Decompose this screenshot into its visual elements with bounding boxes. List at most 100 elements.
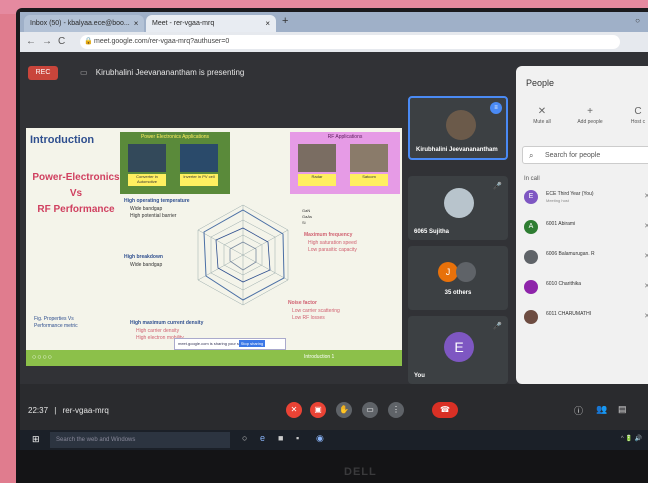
panel-title: People	[526, 78, 555, 88]
windows-start-icon[interactable]: ⊞	[32, 434, 40, 445]
participant-photo	[444, 188, 474, 218]
search-placeholder: Search for people	[545, 152, 601, 159]
slide-footer: ○○○○ Introduction 1	[26, 350, 402, 366]
tab-meet[interactable]: Meet - rer-vgaa-mrq ×	[146, 15, 276, 32]
legend-si: Si	[302, 220, 306, 225]
file-explorer-icon[interactable]: ■	[278, 433, 283, 443]
slide-label: High breakdown	[124, 254, 163, 260]
back-icon[interactable]: ←	[26, 36, 36, 47]
more-options-button[interactable]: ⋮	[388, 402, 404, 418]
slide-bullet: Low parasitic capacity	[308, 247, 357, 253]
add-people-button[interactable]: + Add people	[568, 106, 612, 125]
edge-icon[interactable]: e	[260, 433, 265, 443]
participant-row[interactable]: 6006 Balamurugan. R ✕	[524, 248, 648, 268]
radar-image	[298, 144, 336, 172]
system-tray[interactable]: ^ 🔋 🔊	[621, 435, 642, 442]
task-view-icon[interactable]: ○	[242, 433, 247, 443]
meeting-code: rer-vgaa-mrq	[62, 406, 109, 415]
tab-label: Meet - rer-vgaa-mrq	[152, 20, 215, 27]
slide-label: High operating temperature	[124, 198, 190, 204]
avatar: J	[438, 262, 458, 282]
meeting-time: 22:37	[28, 406, 49, 415]
figure-caption: Fig. Properties Vs Performance metric	[34, 316, 78, 330]
participant-name: 6001 Abirami	[546, 221, 576, 227]
participant-name: 6006 Balamurugan. R	[546, 251, 595, 257]
slide-title: Introduction	[30, 134, 95, 146]
pe-apps-title: Power Electronics Applications	[140, 134, 210, 140]
search-people-input[interactable]: ⌕ Search for people	[522, 146, 648, 164]
close-icon[interactable]: ×	[130, 19, 139, 28]
forward-icon[interactable]: →	[42, 36, 52, 47]
legend-gan: GaN	[302, 208, 311, 213]
mic-off-icon: 🎤	[493, 183, 502, 190]
rf-applications-box: RF Applications Radar Satcom	[290, 132, 400, 194]
legend-gaas: GaAs	[302, 214, 313, 219]
participant-name: Kirubhalini Jeevananantham	[416, 147, 498, 153]
end-call-button[interactable]: ☎	[432, 402, 458, 418]
tab-inbox[interactable]: Inbox (50) - kbalyaa.ece@boo... ×	[24, 15, 144, 32]
speaking-icon: ≡	[490, 102, 502, 114]
lock-icon: 🔒	[84, 38, 93, 45]
presenting-banner: ▭ Kirubhalini Jeevananantham is presenti…	[80, 68, 244, 77]
mic-off-icon: ✕	[537, 106, 547, 117]
slide-bullet: High potential barrier	[130, 213, 177, 219]
mute-all-button[interactable]: ✕ Mute all	[520, 106, 564, 125]
avatar	[524, 310, 538, 324]
slide-heading: Power-Electronics Vs RF Performance	[26, 170, 126, 218]
participant-row[interactable]: 6010 Charithika ✕	[524, 278, 648, 298]
url-text: meet.google.com/rer-vgaa-mrq?authuser=0	[94, 38, 230, 45]
participant-name: 6011 CHARUMATHI	[546, 311, 592, 317]
new-tab-button[interactable]: +	[282, 15, 288, 27]
info-icon[interactable]: ⓘ	[574, 404, 583, 417]
slide-bullet: High saturation speed	[308, 240, 357, 246]
others-count: 35 others	[444, 290, 472, 296]
taskbar-search-input[interactable]: Search the web and Windows	[50, 432, 230, 448]
chat-icon[interactable]: ▤	[618, 404, 627, 415]
satcom-image	[350, 144, 388, 172]
participant-photo	[446, 110, 476, 140]
present-icon: ▭	[80, 68, 88, 77]
window-controls[interactable]: ○	[635, 16, 640, 25]
participant-tile[interactable]: ≡ Kirubhalini Jeevananantham	[408, 96, 508, 160]
present-button[interactable]: ▭	[362, 402, 378, 418]
participant-name: ECE Third Year (You)	[546, 191, 594, 197]
close-icon[interactable]: ×	[261, 19, 270, 28]
avatar	[456, 262, 476, 282]
chrome-icon[interactable]: ◉	[316, 433, 324, 444]
stop-sharing-button[interactable]: Stop sharing	[239, 340, 265, 347]
host-controls-button[interactable]: C Host c	[616, 106, 648, 125]
people-icon[interactable]: 👥	[596, 404, 607, 415]
windows-taskbar: ⊞ Search the web and Windows ○ e ■ ▪ ◉ ^…	[20, 430, 648, 450]
camera-toggle-button[interactable]: ▣	[310, 402, 326, 418]
participant-row[interactable]: E ECE Third Year (You) Meeting host ✕	[524, 188, 648, 208]
participant-role: Meeting host	[546, 198, 569, 203]
participant-name: 6010 Charithika	[546, 281, 582, 287]
slide-label: Maximum frequency	[304, 232, 353, 238]
raise-hand-button[interactable]: ✋	[336, 402, 352, 418]
sharing-popup: meet.google.com is sharing your screen S…	[174, 338, 286, 350]
action-label: Host c	[630, 119, 646, 125]
participant-tile[interactable]: 🎤 6065 Sujitha	[408, 176, 508, 240]
presenting-text: Kirubhalini Jeevananantham is presenting	[95, 68, 245, 77]
self-tile[interactable]: E 🎤 You	[408, 316, 508, 384]
participant-row[interactable]: 6011 CHARUMATHI ✕	[524, 308, 648, 328]
host-icon: C	[634, 106, 642, 117]
participant-name: 6065 Sujitha	[414, 229, 450, 235]
slide-dots-icon: ○○○○	[32, 354, 53, 361]
url-field[interactable]: 🔒 meet.google.com/rer-vgaa-mrq?authuser=…	[80, 35, 620, 49]
rf-caption: Radar	[298, 174, 336, 186]
slide-heading-line: Vs	[69, 188, 83, 199]
mic-toggle-button[interactable]: ✕	[286, 402, 302, 418]
pe-applications-box: Power Electronics Applications Converter…	[120, 132, 230, 194]
reload-icon[interactable]: C	[58, 36, 65, 47]
mic-off-icon: ✕	[644, 223, 648, 230]
tab-label: Inbox (50) - kbalyaa.ece@boo...	[30, 20, 130, 27]
others-tile[interactable]: J 35 others	[408, 246, 508, 310]
store-icon[interactable]: ▪	[296, 433, 299, 443]
people-panel: People ✕ Mute all + Add people C Host c …	[516, 66, 648, 384]
participant-row[interactable]: A 6001 Abirami ✕	[524, 218, 648, 238]
figure-caption-line: Fig. Properties Vs	[34, 316, 74, 322]
search-icon: ⌕	[529, 151, 534, 160]
automotive-image	[128, 144, 166, 172]
slide-bullet: High carrier density	[136, 328, 180, 334]
